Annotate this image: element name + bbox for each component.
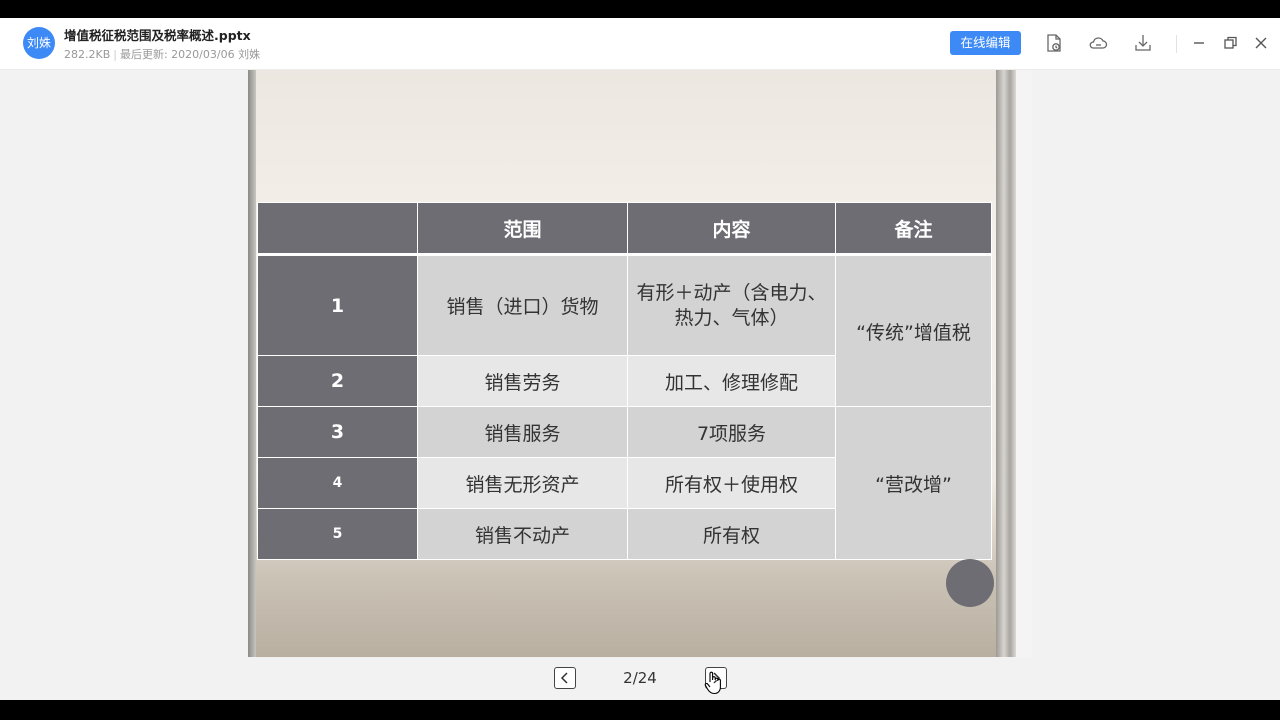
vat-scope-table: 范围 内容 备注 1 销售（进口）货物 有形＋动产（含电力、 热力、气体） “传… bbox=[257, 202, 992, 560]
minimize-icon[interactable] bbox=[1189, 33, 1209, 53]
download-icon[interactable] bbox=[1132, 32, 1154, 54]
avatar[interactable]: 刘姝 bbox=[23, 27, 55, 59]
file-name: 增值税征税范围及税率概述.pptx bbox=[64, 28, 251, 43]
online-edit-button[interactable]: 在线编辑 bbox=[950, 31, 1021, 55]
content-cell: 有形＋动产（含电力、 热力、气体） bbox=[627, 254, 836, 356]
content-line: 有形＋动产（含电力、 bbox=[636, 281, 827, 304]
header-cell-content: 内容 bbox=[627, 202, 836, 256]
slide-decoration-circle bbox=[946, 559, 994, 607]
table-row: 1 销售（进口）货物 有形＋动产（含电力、 热力、气体） “传统”增值税 bbox=[257, 254, 992, 407]
row-number: 3 bbox=[257, 406, 418, 458]
note-cell-traditional-vat: “传统”增值税 bbox=[835, 254, 992, 407]
scope-cell: 销售无形资产 bbox=[417, 457, 628, 509]
scope-cell: 销售不动产 bbox=[417, 508, 628, 560]
scope-cell: 销售劳务 bbox=[417, 355, 628, 407]
content-cell: 所有权＋使用权 bbox=[627, 457, 836, 509]
note-cell-business-tax-reform: “营改增” bbox=[835, 406, 992, 560]
file-preview-window: 刘姝 增值税征税范围及税率概述.pptx 282.2KB | 最后更新: 2020/… bbox=[0, 18, 1280, 700]
header-cell-note: 备注 bbox=[835, 202, 992, 256]
table-header-row: 范围 内容 备注 bbox=[257, 202, 992, 256]
header-cell-scope: 范围 bbox=[417, 202, 628, 256]
slide-page: 范围 内容 备注 1 销售（进口）货物 有形＋动产（含电力、 热力、气体） “传… bbox=[248, 70, 1032, 657]
file-size: 282.2KB bbox=[64, 48, 111, 61]
previous-page-button[interactable] bbox=[554, 667, 576, 689]
header-cell-index bbox=[257, 202, 418, 256]
slide-edge-left bbox=[248, 70, 256, 657]
page-navigation-bar: 2/24 bbox=[0, 657, 1280, 700]
document-info-icon[interactable] bbox=[1043, 32, 1065, 54]
slide-viewer: 范围 内容 备注 1 销售（进口）货物 有形＋动产（含电力、 热力、气体） “传… bbox=[0, 70, 1280, 657]
row-number: 1 bbox=[257, 254, 418, 356]
page-indicator: 2/24 bbox=[623, 669, 657, 687]
last-updated: 最后更新: 2020/03/06 刘姝 bbox=[119, 48, 261, 61]
file-meta: 282.2KB | 最后更新: 2020/03/06 刘姝 bbox=[64, 46, 260, 62]
content-cell: 加工、修理修配 bbox=[627, 355, 836, 407]
cloud-icon[interactable] bbox=[1087, 32, 1109, 54]
title-bar: 刘姝 增值税征税范围及税率概述.pptx 282.2KB | 最后更新: 2020/… bbox=[0, 18, 1280, 70]
content-cell: 所有权 bbox=[627, 508, 836, 560]
restore-icon[interactable] bbox=[1220, 33, 1240, 53]
scope-cell: 销售（进口）货物 bbox=[417, 254, 628, 356]
chevron-left-icon bbox=[560, 672, 568, 684]
hand-cursor-icon bbox=[704, 671, 721, 695]
row-number: 4 bbox=[257, 457, 418, 509]
close-icon[interactable] bbox=[1251, 33, 1271, 53]
meta-separator: | bbox=[113, 48, 117, 61]
row-number: 2 bbox=[257, 355, 418, 407]
row-number: 5 bbox=[257, 508, 418, 560]
slide-edge-right bbox=[996, 70, 1016, 657]
content-line: 热力、气体） bbox=[674, 306, 789, 329]
slide-margin-right bbox=[1016, 70, 1032, 657]
scope-cell: 销售服务 bbox=[417, 406, 628, 458]
content-cell: 7项服务 bbox=[627, 406, 836, 458]
table-row: 3 销售服务 7项服务 “营改增” bbox=[257, 406, 992, 560]
window-controls-divider bbox=[1176, 35, 1177, 53]
